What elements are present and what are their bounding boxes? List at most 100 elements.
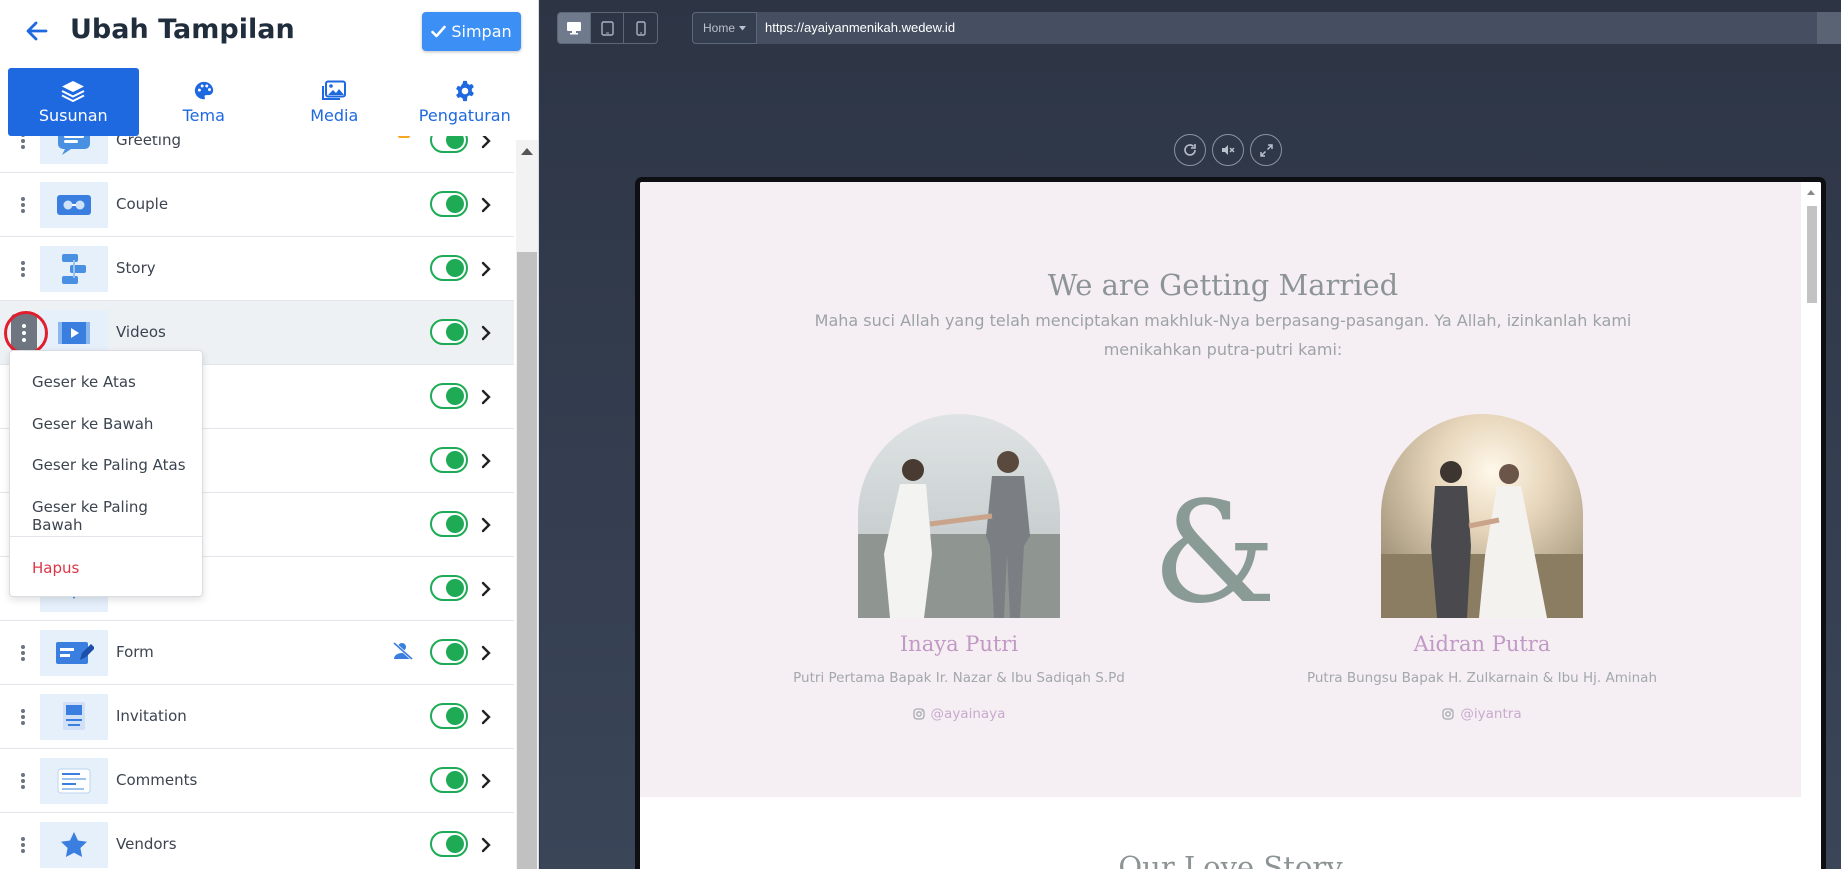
chevron-right-icon[interactable] bbox=[478, 451, 494, 471]
tab-media[interactable]: Media bbox=[269, 68, 400, 136]
preview-frame: We are Getting Married Maha suci Allah y… bbox=[635, 177, 1826, 869]
section-label: Comments bbox=[116, 771, 198, 789]
visibility-toggle[interactable] bbox=[430, 511, 468, 537]
groom-description: Putra Bungsu Bapak H. Zulkarnain & Ibu H… bbox=[1306, 670, 1658, 686]
drag-handle[interactable] bbox=[16, 195, 30, 215]
tab-pengaturan[interactable]: Pengaturan bbox=[400, 68, 531, 136]
couple-icon bbox=[57, 195, 91, 215]
chevron-right-icon[interactable] bbox=[478, 579, 494, 599]
bride-instagram-link[interactable]: @ayainaya bbox=[749, 706, 1169, 722]
reload-button[interactable] bbox=[1174, 134, 1206, 166]
chevron-right-icon[interactable] bbox=[478, 707, 494, 727]
list-item-comments[interactable]: Comments bbox=[0, 749, 514, 813]
groom-instagram-link[interactable]: @iyantra bbox=[1272, 706, 1692, 722]
visibility-toggle[interactable] bbox=[430, 703, 468, 729]
menu-item-delete[interactable]: Hapus bbox=[32, 559, 79, 577]
section-list-scrollbar[interactable] bbox=[516, 140, 538, 869]
visibility-toggle[interactable] bbox=[430, 447, 468, 473]
instagram-icon bbox=[1442, 708, 1455, 720]
visibility-toggle[interactable] bbox=[430, 639, 468, 665]
intro-text: Maha suci Allah yang telah menciptakan m… bbox=[814, 311, 1632, 359]
groom-instagram-handle: @iyantra bbox=[1460, 706, 1522, 722]
user-slash-icon bbox=[393, 642, 413, 660]
chevron-right-icon[interactable] bbox=[478, 643, 494, 663]
bride-photo bbox=[858, 414, 1060, 618]
visibility-toggle[interactable] bbox=[430, 383, 468, 409]
save-button[interactable]: Simpan bbox=[422, 12, 521, 51]
scrollbar-thumb[interactable] bbox=[1807, 206, 1817, 303]
visibility-toggle[interactable] bbox=[430, 767, 468, 793]
share-button[interactable] bbox=[1817, 12, 1841, 44]
device-mobile-button[interactable] bbox=[624, 13, 657, 43]
list-item-form[interactable]: Form bbox=[0, 621, 514, 685]
bride-photo-image bbox=[858, 414, 1060, 618]
visibility-toggle[interactable] bbox=[430, 319, 468, 345]
chevron-right-icon[interactable] bbox=[478, 771, 494, 791]
editor-panel: Ubah Tampilan Simpan Susunan Tema Media … bbox=[0, 0, 539, 869]
love-story-heading: Our Love Story bbox=[1118, 850, 1343, 869]
drag-handle[interactable] bbox=[16, 707, 30, 727]
chevron-right-icon[interactable] bbox=[478, 515, 494, 535]
tab-susunan[interactable]: Susunan bbox=[8, 68, 139, 136]
arrow-left-icon bbox=[26, 21, 48, 41]
visibility-toggle[interactable] bbox=[430, 136, 468, 153]
menu-item-move-bottom[interactable]: Geser ke Paling Bawah bbox=[32, 498, 202, 534]
tab-tema[interactable]: Tema bbox=[139, 68, 270, 136]
drag-handle[interactable] bbox=[16, 835, 30, 855]
palette-icon bbox=[194, 81, 213, 99]
device-desktop-button[interactable] bbox=[558, 13, 591, 43]
menu-item-move-up[interactable]: Geser ke Atas bbox=[32, 373, 136, 391]
page-title: Ubah Tampilan bbox=[70, 14, 295, 45]
back-button[interactable] bbox=[22, 14, 52, 48]
drag-handle-active[interactable] bbox=[11, 314, 37, 352]
device-tablet-button[interactable] bbox=[591, 13, 624, 43]
volume-mute-icon bbox=[1222, 145, 1235, 155]
device-switcher bbox=[557, 12, 658, 44]
section-thumbnail bbox=[40, 630, 108, 676]
visibility-toggle[interactable] bbox=[430, 255, 468, 281]
chevron-right-icon[interactable] bbox=[478, 387, 494, 407]
scroll-up-arrow-icon[interactable] bbox=[521, 148, 533, 155]
chevron-right-icon[interactable] bbox=[478, 136, 494, 151]
instagram-icon bbox=[912, 708, 925, 720]
section-thumbnail bbox=[40, 758, 108, 804]
layers-icon bbox=[61, 80, 85, 102]
section-label: Videos bbox=[116, 323, 166, 341]
form-edit-icon bbox=[56, 642, 94, 664]
chevron-right-icon[interactable] bbox=[478, 323, 494, 343]
fullscreen-button[interactable] bbox=[1250, 134, 1282, 166]
chevron-right-icon[interactable] bbox=[478, 259, 494, 279]
section-context-menu: Geser ke Atas Geser ke Bawah Geser ke Pa… bbox=[9, 350, 203, 597]
preview-controls bbox=[1174, 134, 1282, 166]
scrollbar-thumb[interactable] bbox=[517, 252, 537, 869]
visibility-toggle[interactable] bbox=[430, 191, 468, 217]
drag-handle[interactable] bbox=[16, 643, 30, 663]
expand-icon bbox=[1259, 143, 1273, 157]
section-label: Form bbox=[116, 643, 154, 661]
list-item-couple[interactable]: Couple bbox=[0, 173, 514, 237]
menu-item-move-down[interactable]: Geser ke Bawah bbox=[32, 415, 153, 433]
scroll-up-arrow-icon[interactable] bbox=[1807, 190, 1815, 195]
save-button-label: Simpan bbox=[451, 22, 512, 41]
section-thumbnail bbox=[40, 822, 108, 868]
tab-label: Pengaturan bbox=[418, 105, 511, 125]
drag-handle[interactable] bbox=[16, 136, 30, 151]
section-thumbnail bbox=[40, 246, 108, 292]
visibility-toggle[interactable] bbox=[430, 831, 468, 857]
list-item-vendors[interactable]: Vendors bbox=[0, 813, 514, 869]
list-item-story[interactable]: Story bbox=[0, 237, 514, 301]
chevron-right-icon[interactable] bbox=[478, 195, 494, 215]
mute-button[interactable] bbox=[1212, 134, 1244, 166]
chevron-right-icon[interactable] bbox=[478, 835, 494, 855]
url-text[interactable]: https://ayaiyanmenikah.wedew.id bbox=[765, 20, 955, 35]
menu-item-move-top[interactable]: Geser ke Paling Atas bbox=[32, 456, 186, 474]
section-label: Vendors bbox=[116, 835, 177, 853]
tab-label: Susunan bbox=[38, 105, 108, 125]
drag-handle[interactable] bbox=[16, 259, 30, 279]
preview-scrollbar[interactable] bbox=[1801, 182, 1821, 869]
list-item-greeting[interactable]: Greeting bbox=[0, 136, 514, 173]
drag-handle[interactable] bbox=[16, 771, 30, 791]
visibility-toggle[interactable] bbox=[430, 575, 468, 601]
page-select[interactable]: Home bbox=[692, 12, 757, 44]
list-item-invitation[interactable]: Invitation bbox=[0, 685, 514, 749]
